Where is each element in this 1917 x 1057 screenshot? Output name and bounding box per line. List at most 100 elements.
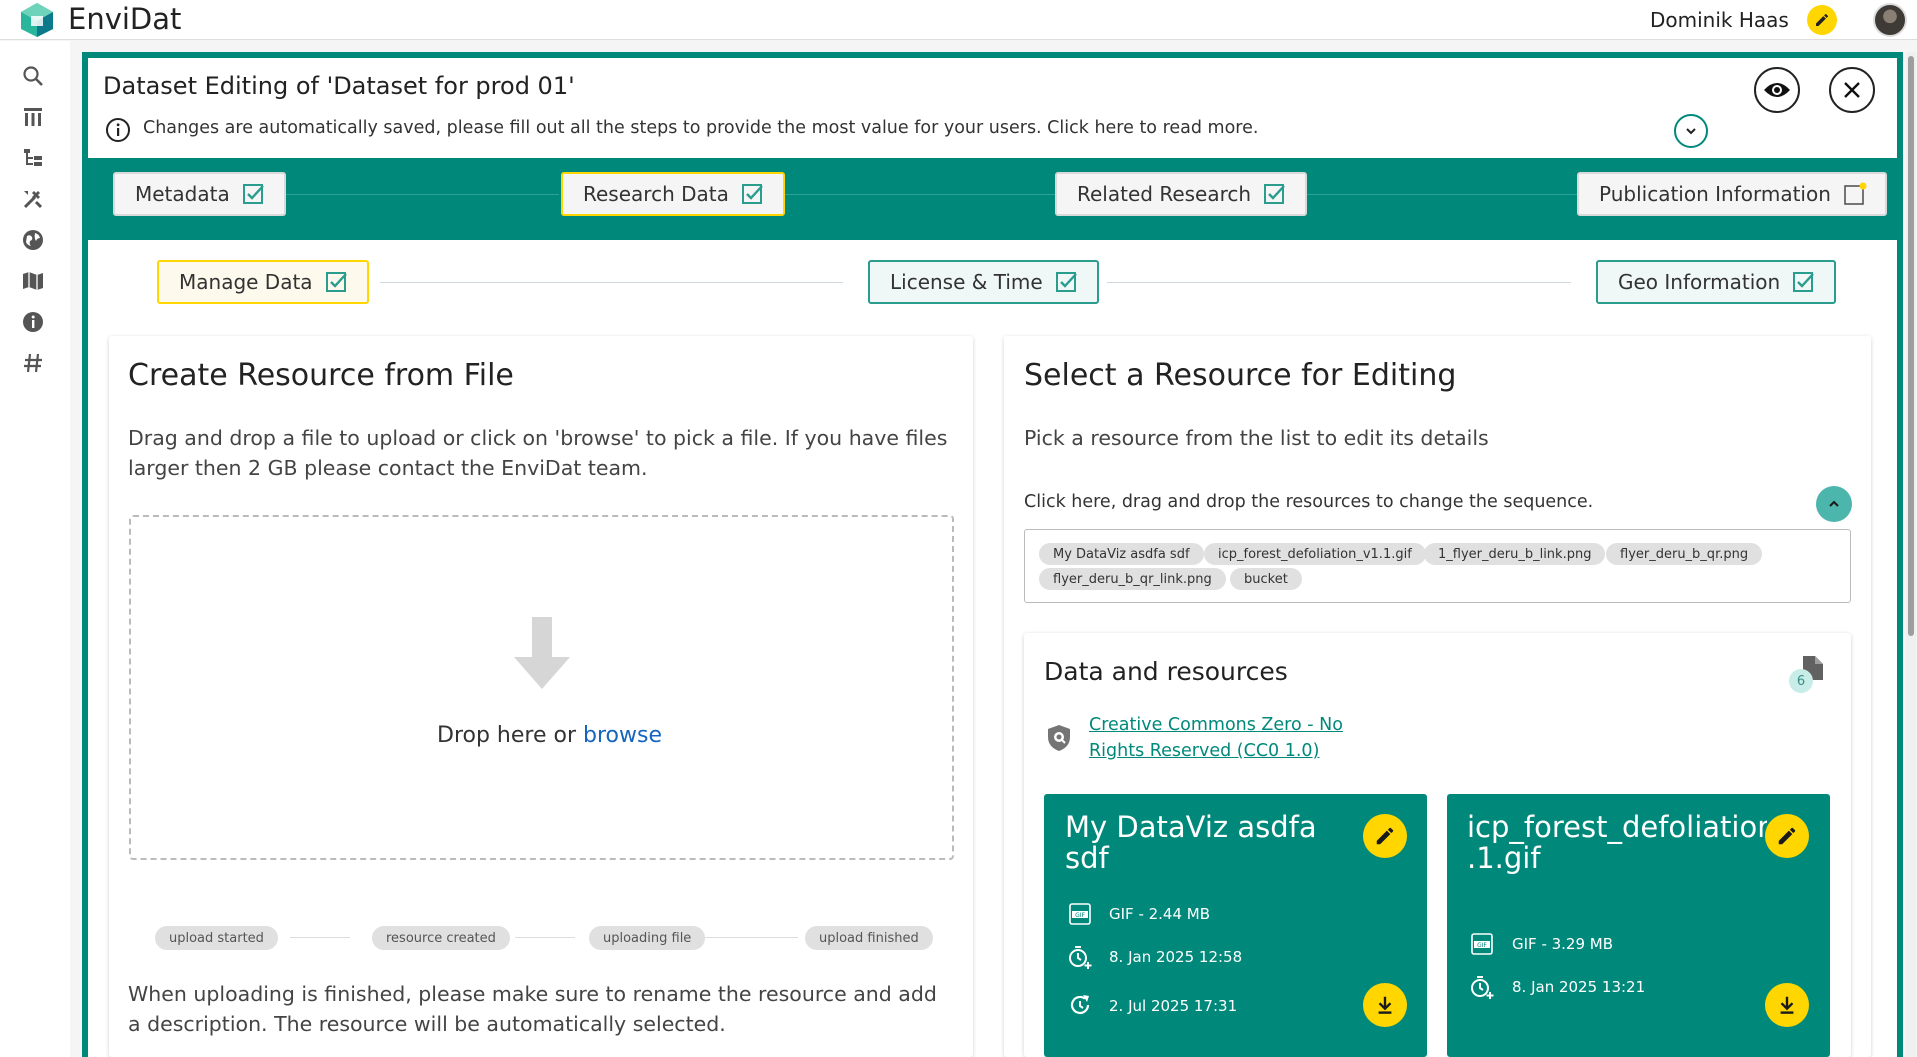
browse-link[interactable]: browse — [583, 723, 662, 748]
resource-chip[interactable]: bucket — [1230, 568, 1302, 590]
step-publication-information[interactable]: Publication Information — [1577, 172, 1887, 216]
pencil-icon — [1376, 827, 1394, 845]
sequence-hint[interactable]: Click here, drag and drop the resources … — [1024, 492, 1593, 512]
step-research-data[interactable]: Research Data — [561, 172, 785, 216]
drop-label: Drop here or — [437, 723, 576, 748]
organization-tree-icon[interactable] — [18, 143, 48, 173]
substep-label: Geo Information — [1618, 270, 1781, 294]
info-icon[interactable] — [18, 307, 48, 337]
download-resource-button[interactable] — [1765, 983, 1809, 1027]
timer-plus-icon — [1471, 976, 1494, 999]
resource-name: icp_forest_defoliation .1.gif — [1467, 812, 1767, 874]
checkbox-checked-icon — [325, 272, 347, 292]
resource-chip[interactable]: My DataViz asdfa sdf — [1039, 543, 1204, 565]
close-icon — [1844, 82, 1860, 98]
expand-info-button[interactable] — [1674, 114, 1708, 148]
resource-count-badge: 6 — [1789, 669, 1813, 693]
status-connector — [515, 937, 575, 938]
download-resource-button[interactable] — [1363, 983, 1407, 1027]
select-resource-description: Pick a resource from the list to edit it… — [1024, 426, 1489, 450]
license-link[interactable]: Creative Commons Zero - No Rights Reserv… — [1089, 712, 1349, 764]
status-resource-created: resource created — [372, 926, 510, 950]
autosave-info-text[interactable]: Changes are automatically saved, please … — [143, 118, 1258, 138]
map-book-icon[interactable] — [18, 266, 48, 296]
license-shield-icon — [1048, 725, 1070, 751]
step-label: Publication Information — [1599, 182, 1831, 206]
app-title[interactable]: EnviDat — [68, 2, 181, 36]
gif-file-icon: GIF — [1471, 933, 1493, 955]
license-link-line[interactable]: Rights Reserved (CC0 1.0) — [1089, 738, 1349, 764]
resource-chip[interactable]: 1_flyer_deru_b_link.png — [1424, 543, 1606, 565]
resource-format: GIF - 3.29 MB — [1512, 935, 1614, 953]
user-edit-button[interactable] — [1807, 5, 1837, 35]
resource-chip[interactable]: flyer_deru_b_qr.png — [1606, 543, 1763, 565]
step-connector — [1292, 194, 1577, 195]
update-clock-icon — [1070, 995, 1090, 1014]
step-related-research[interactable]: Related Research — [1055, 172, 1308, 216]
chevron-down-icon — [1686, 128, 1696, 135]
preview-button[interactable] — [1754, 67, 1800, 113]
sidebar — [0, 41, 70, 1057]
svg-text:GIF: GIF — [1075, 912, 1085, 919]
substep-manage-data[interactable]: Manage Data — [157, 260, 369, 304]
sequence-toggle-button[interactable] — [1816, 486, 1852, 522]
step-label: Related Research — [1077, 182, 1252, 206]
arrow-down-icon — [514, 617, 570, 689]
substep-label: License & Time — [890, 270, 1043, 294]
status-upload-started: upload started — [155, 926, 278, 950]
data-resources-title: Data and resources — [1044, 657, 1288, 686]
substep-geo-information[interactable]: Geo Information — [1596, 260, 1837, 304]
substep-connector — [1107, 282, 1571, 283]
substep-connector — [380, 282, 843, 283]
create-resource-footer: When uploading is finished, please make … — [128, 982, 937, 1036]
status-uploading-file: uploading file — [589, 926, 706, 950]
status-upload-finished: upload finished — [805, 926, 933, 950]
create-resource-title: Create Resource from File — [128, 358, 514, 393]
step-connector — [274, 194, 559, 195]
resource-chip[interactable]: flyer_deru_b_qr_link.png — [1039, 568, 1226, 590]
top-bar: EnviDat Dominik Haas — [0, 0, 1917, 40]
resource-modified-date: 2. Jul 2025 17:31 — [1109, 997, 1238, 1015]
download-icon — [1378, 996, 1392, 1014]
status-connector — [290, 937, 350, 938]
resource-sequence-box — [1024, 529, 1851, 603]
tools-icon[interactable] — [18, 184, 48, 214]
edit-resource-button[interactable] — [1765, 814, 1809, 858]
search-icon[interactable] — [18, 61, 48, 91]
resource-created-date: 8. Jan 2025 12:58 — [1109, 948, 1243, 966]
envidat-logo-icon[interactable] — [18, 2, 56, 38]
svg-text:GIF: GIF — [1477, 942, 1487, 949]
scrollbar-thumb[interactable] — [1908, 56, 1914, 636]
step-connector — [770, 194, 1055, 195]
select-resource-title: Select a Resource for Editing — [1024, 358, 1457, 393]
checkbox-checked-icon — [242, 184, 264, 204]
avatar[interactable] — [1873, 3, 1907, 37]
checkbox-empty-warning-icon — [1844, 182, 1867, 205]
step-label: Research Data — [583, 182, 729, 206]
checkbox-checked-icon — [1264, 184, 1285, 204]
hashtag-icon[interactable] — [18, 348, 48, 378]
create-resource-description: Drag and drop a file to upload or click … — [128, 426, 948, 480]
step-metadata[interactable]: Metadata — [113, 172, 286, 216]
drop-text: Drop here or browse — [437, 723, 662, 748]
pencil-icon — [1816, 13, 1828, 26]
resource-created-date: 8. Jan 2025 13:21 — [1512, 978, 1646, 996]
edit-resource-button[interactable] — [1363, 814, 1407, 858]
dataset-list-icon[interactable] — [18, 102, 48, 132]
checkbox-checked-icon — [1793, 272, 1815, 292]
page-title: Dataset Editing of 'Dataset for prod 01' — [103, 72, 575, 100]
chevron-up-icon — [1829, 500, 1839, 507]
eye-icon — [1764, 83, 1790, 97]
resource-name: My DataViz asdfa sdf — [1065, 810, 1317, 875]
checkbox-checked-icon — [1055, 272, 1077, 292]
close-editing-button[interactable] — [1829, 67, 1875, 113]
info-outline-icon — [106, 118, 130, 142]
status-connector — [698, 937, 798, 938]
globe-icon[interactable] — [18, 225, 48, 255]
checkbox-checked-icon — [741, 184, 763, 204]
license-link-line[interactable]: Creative Commons Zero - No — [1089, 712, 1349, 738]
substep-license-time[interactable]: License & Time — [868, 260, 1099, 304]
gif-file-icon: GIF — [1069, 903, 1091, 925]
resource-chip[interactable]: icp_forest_defoliation_v1.1.gif — [1204, 543, 1426, 565]
resource-name-line: .1.gif — [1467, 841, 1541, 874]
